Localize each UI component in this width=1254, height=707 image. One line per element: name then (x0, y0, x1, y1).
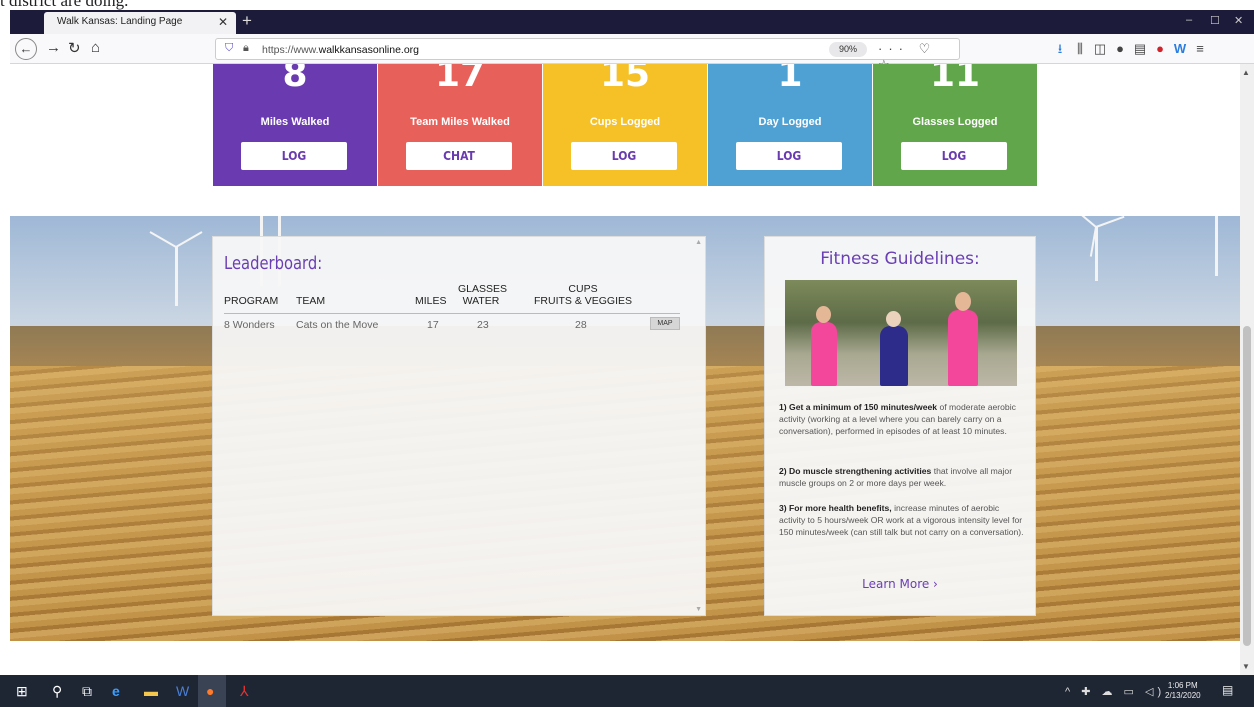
account-icon[interactable]: ● (1110, 41, 1130, 56)
fitness-guidelines-panel: Fitness Guidelines: 1) Get a minimum of … (764, 236, 1036, 616)
tile-cups-logged: 15 Cups Logged LOG (543, 64, 707, 186)
walkers-photo (785, 280, 1017, 386)
scroll-thumb[interactable] (1243, 326, 1251, 646)
guideline-item: 3) For more health benefits, increase mi… (779, 503, 1024, 537)
tile-glasses-logged: 11 Glasses Logged LOG (873, 64, 1037, 186)
page-caption: t district are doing. (0, 0, 1254, 10)
scroll-down-arrow-icon[interactable]: ▼ (695, 606, 702, 613)
forward-button[interactable]: → (46, 39, 61, 56)
windows-taskbar: ⊞ ⚲ ⧉ e ▬ W ● ⅄ ^ ✚ ☁ ▭ ◁) 1:06 PM 2/13/… (0, 675, 1254, 707)
col-header-program: PROGRAM (224, 295, 279, 307)
tile-number: 15 (599, 64, 651, 95)
tile-label: Miles Walked (260, 116, 330, 128)
log-cups-button[interactable]: LOG (571, 142, 677, 170)
acrobat-icon[interactable]: ⅄ (240, 683, 249, 700)
log-glasses-button[interactable]: LOG (901, 142, 1007, 170)
tile-label: Team Miles Walked (410, 116, 510, 128)
tile-miles-walked: 8 Miles Walked LOG (213, 64, 377, 186)
browser-tabbar: Walk Kansas: Landing Page ✕ + – ☐ ✕ (10, 10, 1254, 34)
home-icon[interactable]: ⌂ (91, 39, 100, 56)
col-header-miles: MILES (415, 295, 447, 307)
cell-cups: 28 (575, 319, 587, 331)
scroll-up-arrow-icon[interactable]: ▲ (695, 239, 702, 246)
tile-day-logged: 1 Day Logged LOG (708, 64, 872, 186)
log-day-button[interactable]: LOG (736, 142, 842, 170)
guideline-item: 2) Do muscle strengthening activities th… (779, 466, 1013, 488)
library-icon[interactable]: ⫼ (1070, 41, 1090, 57)
edge-icon[interactable]: e (112, 683, 120, 699)
toolbar-icons: ⭳ ⫼ ◫ ● ▤ ● W ≡ (1050, 40, 1210, 62)
browser-tab[interactable]: Walk Kansas: Landing Page ✕ (44, 12, 236, 34)
guideline-item: 1) Get a minimum of 150 minutes/week of … (779, 402, 1016, 436)
search-icon[interactable]: ⚲ (52, 683, 62, 700)
address-bar[interactable]: ⛉ 🔒︎ https://www.walkkansasonline.org 90… (215, 38, 960, 72)
col-header-glasses: GLASSES WATER (458, 283, 508, 307)
cell-miles: 17 (427, 319, 439, 331)
tile-team-miles: 17 Team Miles Walked CHAT (378, 64, 542, 186)
tile-label: Glasses Logged (912, 116, 998, 128)
tracking-shield-icon[interactable]: ⛉ (225, 42, 233, 55)
minimize-button[interactable]: – (1186, 14, 1192, 26)
sidebar-icon[interactable]: ◫ (1090, 41, 1110, 57)
browser-navbar: ← → ↻ ⌂ ⛉ 🔒︎ https://www.walkkansasonlin… (10, 34, 1254, 72)
cell-glasses: 23 (477, 319, 489, 331)
tile-label: Cups Logged (589, 116, 661, 128)
leaderboard-title: Leaderboard: (224, 253, 323, 274)
map-button[interactable]: MAP (650, 317, 680, 330)
chat-button[interactable]: CHAT (406, 142, 512, 170)
header-divider (224, 313, 680, 314)
zoom-indicator[interactable]: 90% (829, 42, 867, 57)
col-header-cups: CUPS FRUITS & VEGGIES (533, 283, 633, 307)
file-explorer-icon[interactable]: ▬ (144, 683, 158, 699)
reader-icon[interactable]: ▤ (1130, 41, 1150, 57)
reload-icon[interactable]: ↻ (68, 39, 81, 57)
new-tab-button[interactable]: + (242, 11, 252, 31)
system-tray-icons[interactable]: ^ ✚ ☁ ▭ ◁) (1065, 685, 1165, 698)
back-button[interactable]: ← (15, 38, 37, 60)
menu-icon[interactable]: ≡ (1190, 41, 1210, 56)
learn-more-link[interactable]: Learn More › (765, 577, 1035, 591)
web-page: 8 Miles Walked LOG 17 Team Miles Walked … (10, 64, 1240, 675)
close-window-button[interactable]: ✕ (1234, 14, 1243, 27)
maximize-button[interactable]: ☐ (1210, 14, 1220, 27)
tile-number: 1 (777, 64, 803, 95)
tile-number: 11 (929, 64, 981, 95)
tab-title: Walk Kansas: Landing Page (57, 16, 183, 27)
tile-number: 8 (282, 64, 308, 95)
page-scrollbar[interactable]: ▲ ▼ (1240, 64, 1254, 675)
url-text[interactable]: https://www.walkkansasonline.org (262, 44, 419, 56)
tab-close-icon[interactable]: ✕ (218, 15, 228, 29)
log-miles-button[interactable]: LOG (241, 142, 347, 170)
cell-team: Cats on the Move (296, 319, 379, 331)
col-header-team: TEAM (296, 295, 326, 307)
tile-number: 17 (434, 64, 486, 95)
scroll-down-icon[interactable]: ▼ (1242, 662, 1250, 671)
pinterest-icon[interactable]: ● (1150, 41, 1170, 56)
download-icon[interactable]: ⭳ (1050, 40, 1070, 62)
leaderboard-panel[interactable]: Leaderboard: PROGRAM TEAM MILES GLASSES … (212, 236, 706, 616)
word-icon[interactable]: W (176, 683, 189, 699)
task-view-icon[interactable]: ⧉ (82, 683, 92, 700)
windows-start-icon[interactable]: ⊞ (16, 683, 28, 700)
firefox-icon[interactable]: ● (206, 683, 214, 699)
w-extension-icon[interactable]: W (1170, 41, 1190, 56)
cell-program: 8 Wonders (224, 319, 275, 331)
tile-label: Day Logged (758, 116, 822, 128)
notification-icon[interactable]: ▤ (1222, 683, 1233, 697)
guidelines-title: Fitness Guidelines: (820, 249, 980, 269)
scroll-up-icon[interactable]: ▲ (1242, 68, 1250, 77)
lock-icon[interactable]: 🔒︎ (243, 42, 249, 55)
stats-tiles: 8 Miles Walked LOG 17 Team Miles Walked … (213, 64, 1037, 186)
taskbar-clock[interactable]: 1:06 PM 2/13/2020 (1165, 681, 1201, 701)
